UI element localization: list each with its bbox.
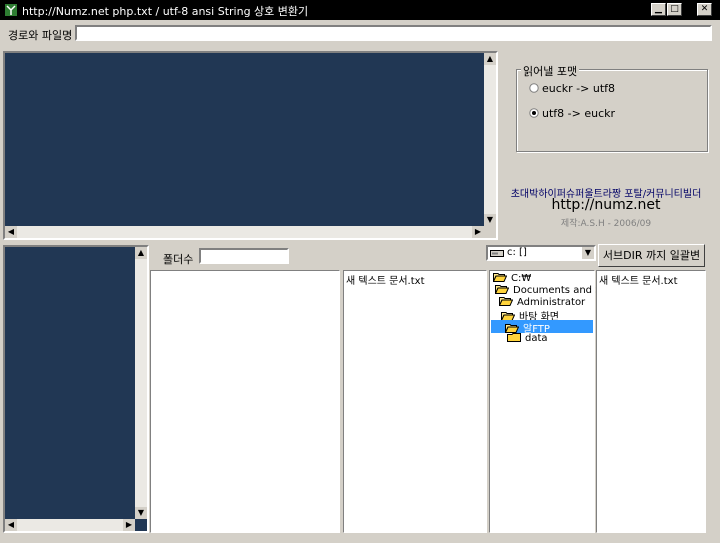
drive-select[interactable]: c: [] ▼ <box>486 245 596 261</box>
text-area-top[interactable]: ▲ ▼ ◀ ▶ <box>3 51 498 240</box>
scroll-up-button[interactable]: ▲ <box>484 53 496 65</box>
folder-open-icon <box>495 285 509 294</box>
scroll-down-button[interactable]: ▼ <box>484 214 496 226</box>
radio-checked-icon <box>529 108 539 118</box>
main-window: http://Numz.net php.txt / utf-8 ansi Str… <box>0 0 720 543</box>
tree-item-label: Administrator <box>517 297 586 308</box>
radio-unchecked-icon <box>529 83 539 93</box>
close-button[interactable]: ✕ <box>697 3 712 16</box>
minimize-button[interactable]: ▁ <box>651 3 666 16</box>
scroll-right-button[interactable]: ▶ <box>472 226 484 238</box>
credits-url[interactable]: http://numz.net <box>500 197 712 213</box>
radio-euckr-to-utf8-label: euckr -> utf8 <box>542 82 616 95</box>
app-icon <box>5 4 17 16</box>
batch-convert-button[interactable]: 서브DIR 까지 일괄변환 <box>598 244 705 283</box>
drive-select-value: c: [] <box>507 247 527 258</box>
folder-open-icon <box>493 273 507 282</box>
tree-item-label: C:₩ <box>511 273 532 284</box>
scroll-right-button[interactable]: ▶ <box>123 519 135 531</box>
tree-item-data[interactable]: data <box>507 332 548 345</box>
list-item[interactable]: 새 텍스트 문서.txt <box>599 272 678 287</box>
scroll-corner <box>484 226 496 238</box>
maximize-button[interactable]: □ <box>667 3 682 16</box>
folder-count-input[interactable] <box>199 248 289 264</box>
path-input[interactable] <box>75 25 712 41</box>
tree-item-label: data <box>525 333 548 344</box>
title-bar[interactable]: http://Numz.net php.txt / utf-8 ansi Str… <box>0 0 720 20</box>
directory-tree[interactable]: C:₩ Documents and Se Administrator 바탕 화면… <box>489 270 608 533</box>
window-title: http://Numz.net php.txt / utf-8 ansi Str… <box>22 5 309 18</box>
horizontal-scrollbar[interactable]: ◀ ▶ <box>5 226 484 238</box>
scroll-left-button[interactable]: ◀ <box>5 519 17 531</box>
vertical-scrollbar[interactable]: ▲ ▼ <box>484 53 496 226</box>
horizontal-scrollbar[interactable]: ◀ ▶ <box>5 519 135 531</box>
file-list-left[interactable]: 새 텍스트 문서.txt <box>343 270 487 533</box>
scroll-left-button[interactable]: ◀ <box>5 226 17 238</box>
folder-count-label: 폴더수 <box>163 253 194 266</box>
output-list[interactable] <box>150 270 340 533</box>
path-label: 경로와 파일명 <box>8 29 73 42</box>
format-group-title: 읽어낼 포맷 <box>521 63 580 79</box>
file-list-right[interactable]: 새 텍스트 문서.txt <box>596 270 706 533</box>
folder-open-icon <box>499 297 513 306</box>
chevron-down-icon[interactable]: ▼ <box>581 247 594 259</box>
scroll-down-button[interactable]: ▼ <box>135 507 147 519</box>
scroll-up-button[interactable]: ▲ <box>135 247 147 259</box>
list-bottom-left[interactable]: ▲ ▼ ◀ ▶ <box>3 245 149 533</box>
tree-item-label: Documents and Se <box>513 285 608 296</box>
folder-closed-icon <box>507 333 521 342</box>
radio-utf8-to-euckr-label: utf8 -> euckr <box>542 107 616 120</box>
radio-utf8-to-euckr[interactable]: utf8 -> euckr <box>529 107 615 120</box>
drive-icon <box>490 250 504 257</box>
list-item[interactable]: 새 텍스트 문서.txt <box>346 272 425 287</box>
credits-author: 제작:A.S.H - 2006/09 <box>560 219 652 229</box>
radio-euckr-to-utf8[interactable]: euckr -> utf8 <box>529 82 615 95</box>
vertical-scrollbar[interactable]: ▲ ▼ <box>135 247 147 519</box>
